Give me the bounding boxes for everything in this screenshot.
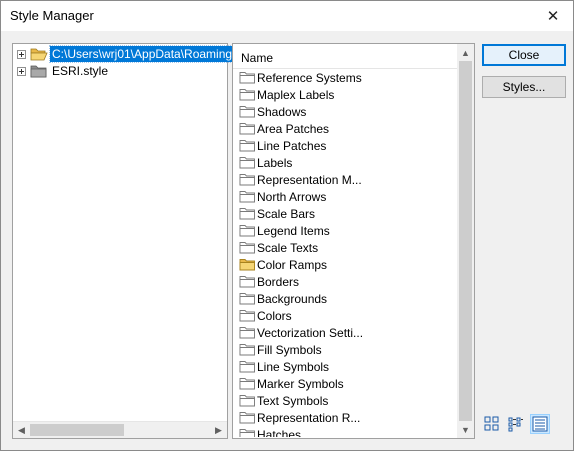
scrollbar-thumb[interactable] [459,61,472,421]
folder-icon [239,89,255,101]
title-bar: Style Manager ✕ [1,1,573,31]
style-items-list[interactable]: Name Reference Systems Maplex Labels Shado… [232,43,475,439]
list-view-icon[interactable] [506,414,526,434]
list-item-label: Fill Symbols [257,342,322,357]
folder-icon [239,310,255,322]
folder-icon [239,191,255,203]
list-item[interactable]: Area Patches [233,120,457,137]
list-item[interactable]: Marker Symbols [233,375,457,392]
folder-icon [239,293,255,305]
folder-icon [239,395,255,407]
view-mode-toolbar [482,414,550,434]
list-item[interactable]: Color Ramps [233,256,457,273]
name-column-header[interactable]: Name [233,44,457,69]
folder-icon [239,72,255,84]
list-item[interactable]: Representation M... [233,171,457,188]
list-item[interactable]: Hatches [233,426,457,437]
list-item-label: Marker Symbols [257,376,344,391]
folder-icon [239,327,255,339]
scroll-up-icon[interactable]: ▲ [457,44,474,61]
list-item-label: Hatches [257,427,302,438]
list-item-label: Representation M... [257,172,362,187]
list-item[interactable]: Line Patches [233,137,457,154]
list-item[interactable]: Scale Texts [233,239,457,256]
list-item-label: Area Patches [257,121,330,136]
folder-icon [239,429,255,437]
list-item-label: Backgrounds [257,291,328,306]
scroll-left-icon[interactable]: ◀ [13,422,30,439]
list-item-label: Legend Items [257,223,330,238]
folder-icon [30,65,47,78]
scroll-right-icon[interactable]: ▶ [210,422,227,439]
list-item-label: Scale Texts [257,240,319,255]
list-item[interactable]: Vectorization Setti... [233,324,457,341]
folder-icon [239,140,255,152]
style-manager-window: Style Manager ✕ C:\Users\wrj01\AppData\R… [0,0,574,451]
styles-button-label: Styles... [502,80,546,94]
list-item[interactable]: Shadows [233,103,457,120]
list-item-label: Line Patches [257,138,327,153]
list-item-label: Color Ramps [257,257,328,272]
styles-button[interactable]: Styles... [482,76,566,98]
list-item[interactable]: Legend Items [233,222,457,239]
tree-item-esri-style[interactable]: ESRI.style [13,62,110,80]
style-tree-panel[interactable]: C:\Users\wrj01\AppData\Roaming ESRI.styl… [12,43,236,439]
list-item[interactable]: Borders [233,273,457,290]
list-item[interactable]: Backgrounds [233,290,457,307]
list-item-label: Labels [257,155,293,170]
list-item-label: Reference Systems [257,70,362,85]
list-item[interactable]: Representation R... [233,409,457,426]
folder-icon [239,225,255,237]
list-item[interactable]: Colors [233,307,457,324]
tree-item-label: C:\Users\wrj01\AppData\Roaming [48,45,236,63]
list-item[interactable]: Line Symbols [233,358,457,375]
close-button[interactable]: Close [482,44,566,66]
list-item-label: Text Symbols [257,393,329,408]
open-folder-icon [30,48,48,61]
close-button-label: Close [508,48,540,62]
list-item-label: North Arrows [257,189,327,204]
tree-item-label: ESRI.style [52,64,109,78]
folder-icon [239,123,255,135]
folder-icon [239,208,255,220]
filled-folder-icon [239,259,255,271]
list-item[interactable]: Labels [233,154,457,171]
list-item[interactable]: Reference Systems [233,69,457,86]
scrollbar-thumb[interactable] [30,424,124,436]
list-item[interactable]: Scale Bars [233,205,457,222]
expand-icon[interactable] [17,49,26,59]
folder-icon [239,174,255,186]
window-title: Style Manager [10,8,94,23]
tree-horizontal-scrollbar[interactable]: ◀ ▶ [13,421,227,438]
details-view-icon[interactable] [530,414,550,434]
folder-icon [239,157,255,169]
list-item-label: Colors [257,308,292,323]
scroll-down-icon[interactable]: ▼ [457,421,474,438]
folder-icon [239,361,255,373]
list-item-label: Scale Bars [257,206,316,221]
list-item-label: Line Symbols [257,359,330,374]
expand-icon[interactable] [17,66,26,76]
folder-icon [239,276,255,288]
list-item-label: Representation R... [257,410,361,425]
folder-icon [239,242,255,254]
list-item[interactable]: North Arrows [233,188,457,205]
folder-icon [239,378,255,390]
folder-icon [239,106,255,118]
column-header-label: Name [241,51,274,65]
list-item-label: Borders [257,274,300,289]
list-item-label: Vectorization Setti... [257,325,364,340]
tree-item-roaming[interactable]: C:\Users\wrj01\AppData\Roaming [13,45,236,63]
list-item[interactable]: Maplex Labels [233,86,457,103]
folder-icon [239,344,255,356]
large-icons-view-icon[interactable] [482,414,502,434]
close-icon[interactable]: ✕ [539,3,567,29]
list-item-label: Shadows [257,104,307,119]
folder-icon [239,412,255,424]
list-item[interactable]: Text Symbols [233,392,457,409]
list-item[interactable]: Fill Symbols [233,341,457,358]
list-items-container: Reference Systems Maplex Labels Shadows Are… [233,69,457,437]
list-item-label: Maplex Labels [257,87,335,102]
list-vertical-scrollbar[interactable]: ▲ ▼ [457,44,474,438]
